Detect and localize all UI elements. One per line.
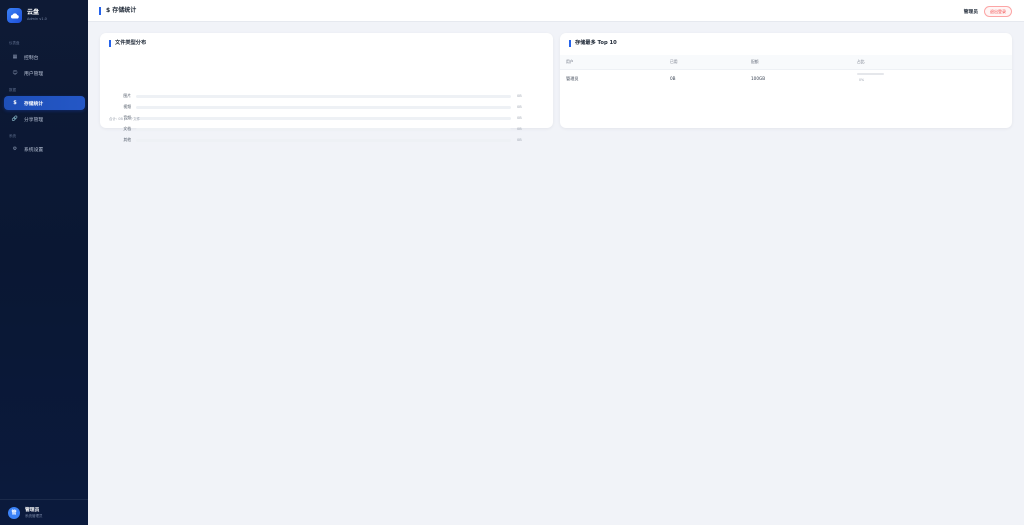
section-label-system: 系统	[9, 134, 16, 138]
file-type-bar-track	[136, 105, 511, 109]
column-header-user[interactable]: 用户	[566, 59, 574, 65]
file-type-value: 0B	[517, 127, 522, 131]
file-type-row: 音频 0B	[109, 115, 529, 121]
file-type-label: 文档	[123, 126, 131, 131]
sidebar-item-users[interactable]: ☺ 用户管理	[4, 66, 85, 80]
sidebar: 云盘 Admin v1.0 仪表盘 ▦ 控制台 ☺ 用户管理 数据 $ 存储统计…	[0, 0, 88, 525]
file-type-bar-track	[136, 127, 511, 131]
file-type-value: 0B	[517, 116, 522, 120]
section-label-dashboard: 仪表盘	[9, 41, 20, 45]
sidebar-item-console[interactable]: ▦ 控制台	[4, 50, 85, 64]
sidebar-item-storage-stats[interactable]: $ 存储统计	[4, 96, 85, 110]
cell-quota: 100GB	[751, 76, 766, 81]
user-role: 系统管理员	[25, 513, 43, 518]
sidebar-item-label: 分享管理	[24, 117, 44, 123]
sidebar-item-label: 存储统计	[24, 101, 44, 107]
file-type-summary: 合计: 0B | 0 个文件	[109, 117, 141, 121]
column-header-quota[interactable]: 配额	[751, 59, 759, 65]
column-header-percent[interactable]: 占比	[857, 59, 865, 65]
file-type-bar-track	[136, 94, 511, 98]
avatar: 管	[8, 506, 20, 519]
table-divider	[560, 69, 1012, 70]
file-type-row: 图片 0B	[109, 93, 529, 99]
file-type-card: 文件类型分布 图片 0B 视频 0B 音频 0B 文档 0B 其他 0B 合计:…	[100, 33, 553, 142]
top-users-title: 存储最多 Top 10	[569, 40, 617, 47]
top-header: $ 存储统计 管理员 退出登录	[88, 0, 1024, 22]
brand-title: 云盘	[27, 9, 40, 16]
sidebar-item-shares[interactable]: 🔗 分享管理	[4, 112, 85, 126]
file-type-label: 图片	[123, 93, 131, 98]
storage-icon: $	[13, 100, 17, 106]
file-type-label: 视频	[123, 104, 131, 109]
link-icon: 🔗	[11, 116, 19, 122]
sidebar-item-label: 系统设置	[24, 147, 44, 153]
sidebar-item-label: 控制台	[24, 55, 39, 61]
file-type-bar-track	[136, 138, 511, 142]
file-type-bar-track	[136, 116, 511, 120]
sidebar-item-label: 用户管理	[24, 71, 44, 77]
usage-bar-track	[857, 73, 884, 75]
brand[interactable]: 云盘 Admin v1.0	[7, 8, 47, 23]
brand-version: Admin v1.0	[27, 17, 47, 21]
cell-used: 0B	[670, 76, 676, 81]
file-type-label: 其他	[123, 137, 131, 142]
file-type-value: 0B	[517, 94, 522, 98]
file-type-value: 0B	[517, 138, 522, 142]
file-type-value: 0B	[517, 105, 522, 109]
users-icon: ☺	[12, 70, 18, 76]
file-type-row: 视频 0B	[109, 104, 529, 110]
file-type-row: 文档 0B	[109, 126, 529, 132]
cell-percent: 0%	[859, 78, 865, 82]
dashboard-icon: ▦	[12, 54, 18, 60]
section-label-data: 数据	[9, 88, 16, 92]
sidebar-user[interactable]: 管 管理员 系统管理员	[0, 499, 88, 525]
sidebar-item-settings[interactable]: ⚙ 系统设置	[4, 142, 85, 156]
top-users-card: 存储最多 Top 10 用户 已用 配额 占比 管理员 0B 100GB 0%	[560, 33, 1012, 128]
file-type-title: 文件类型分布	[109, 40, 146, 47]
cloud-icon	[7, 8, 22, 23]
cell-user: 管理员	[566, 76, 579, 81]
user-name: 管理员	[25, 507, 40, 513]
file-type-row: 其他 0B	[109, 137, 529, 143]
gear-icon: ⚙	[12, 146, 18, 152]
table-header	[560, 55, 1012, 69]
logout-button[interactable]: 退出登录	[984, 6, 1012, 17]
column-header-used[interactable]: 已用	[670, 59, 678, 65]
page-title: $ 存储统计	[99, 7, 136, 15]
header-user-name: 管理员	[963, 10, 978, 15]
